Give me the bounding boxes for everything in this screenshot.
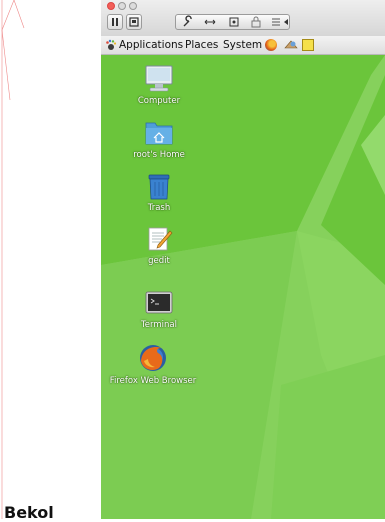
- desktop-icon-firefox[interactable]: Firefox Web Browser: [103, 343, 203, 387]
- gedit-icon: [148, 227, 173, 251]
- desktop-icon-label: Computer: [137, 96, 181, 106]
- settings-icon[interactable]: [182, 15, 194, 34]
- maximize-window-icon[interactable]: [129, 2, 137, 10]
- pause-icon: [112, 18, 118, 26]
- lock-icon[interactable]: [250, 15, 262, 34]
- applications-menu[interactable]: Applications: [119, 38, 183, 52]
- resize-icon[interactable]: [204, 15, 216, 34]
- desktop-icon-label: gedit: [148, 256, 170, 266]
- mail-launcher-icon[interactable]: [284, 39, 298, 51]
- arrow-icon[interactable]: [282, 15, 290, 34]
- network-icon[interactable]: [270, 15, 282, 34]
- firefox-launcher-icon[interactable]: [265, 39, 277, 51]
- computer-icon: [145, 65, 173, 92]
- notes-launcher-icon[interactable]: [302, 39, 314, 51]
- gnome-foot-icon: [106, 39, 117, 50]
- home-folder-icon: [145, 122, 173, 145]
- desktop-area: Computer root's Home Trash gedit Termina…: [101, 55, 385, 519]
- gnome-top-panel: Applications Places System: [101, 36, 385, 55]
- snapshot-icon: [129, 17, 139, 27]
- disk-icon[interactable]: [228, 15, 240, 34]
- desktop-icon-terminal[interactable]: Terminal: [109, 289, 209, 331]
- vm-titlebar: [101, 0, 385, 37]
- places-menu[interactable]: Places: [185, 38, 218, 52]
- desktop-icon-home[interactable]: root's Home: [109, 119, 209, 161]
- desktop-icon-label: Terminal: [141, 320, 177, 330]
- desktop-icon-gedit[interactable]: gedit: [109, 225, 209, 267]
- snapshot-button[interactable]: [126, 14, 142, 30]
- desktop-icon-computer[interactable]: Computer: [109, 65, 209, 107]
- desktop-icon-label: Trash: [147, 203, 171, 213]
- edge-guide-lines: [1, 0, 25, 519]
- terminal-icon: [145, 291, 173, 314]
- trash-icon: [148, 174, 170, 200]
- vm-window: Applications Places System Computer root…: [101, 0, 385, 519]
- desktop-icon-trash[interactable]: Trash: [109, 172, 209, 214]
- close-window-icon[interactable]: [107, 2, 115, 10]
- desktop-icon-label: root's Home: [133, 150, 185, 160]
- partial-bottom-text: Bekol: [4, 503, 54, 522]
- vm-toolbar-group: [175, 14, 290, 30]
- pause-button[interactable]: [107, 14, 123, 30]
- desktop-icon-label: Firefox Web Browser: [109, 376, 197, 386]
- system-menu[interactable]: System: [223, 38, 262, 52]
- minimize-window-icon[interactable]: [118, 2, 126, 10]
- firefox-icon: [140, 345, 166, 371]
